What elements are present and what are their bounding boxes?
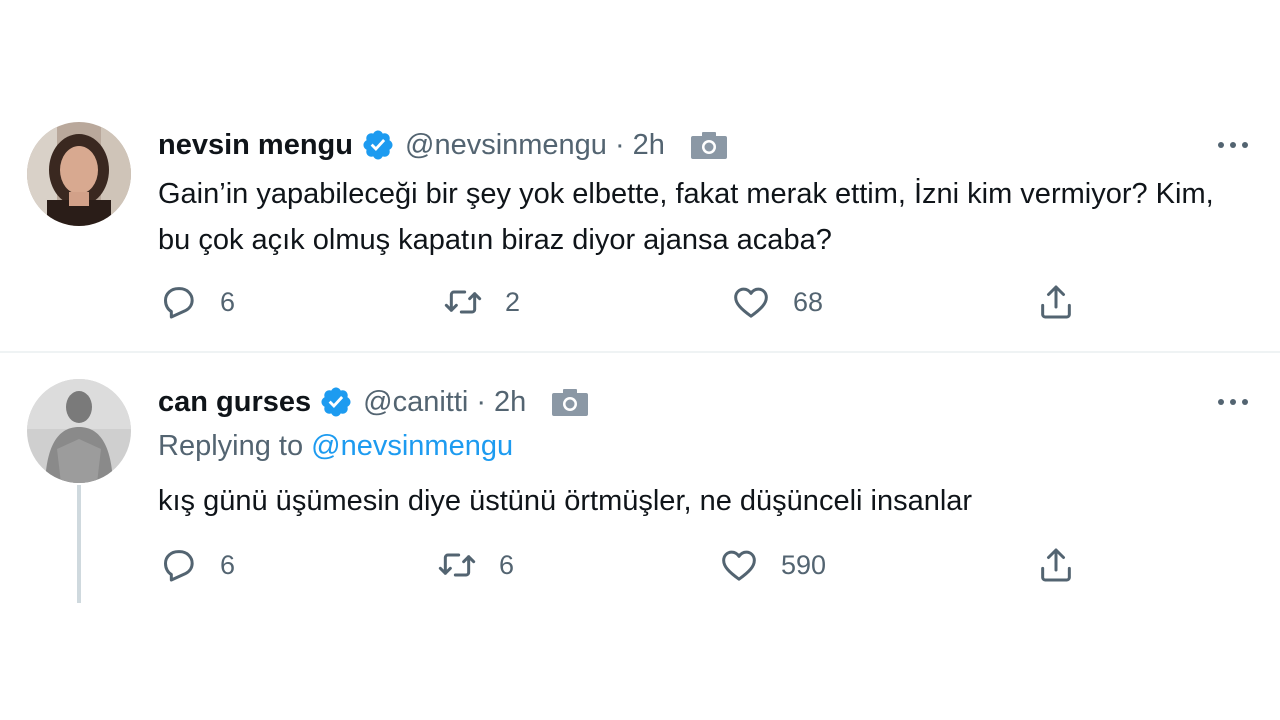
- like-button[interactable]: 590: [719, 543, 826, 587]
- reply-count: 6: [220, 286, 236, 317]
- more-horizontal-icon[interactable]: [1213, 390, 1253, 414]
- tweet[interactable]: can gurses @canitti · 2h Replying to @ne…: [0, 353, 1280, 720]
- avatar[interactable]: [27, 122, 131, 226]
- separator-dot: ·: [476, 385, 487, 418]
- camera-icon: [552, 389, 589, 416]
- verified-badge-icon: [321, 387, 351, 417]
- like-count: 590: [781, 549, 827, 580]
- like-count: 68: [793, 286, 824, 317]
- share-button[interactable]: [1036, 543, 1076, 587]
- retweet-button[interactable]: 6: [437, 543, 514, 587]
- replying-to: Replying to @nevsinmengu: [158, 430, 513, 463]
- share-icon: [1041, 285, 1071, 319]
- replying-prefix: Replying to: [158, 430, 304, 462]
- heart-icon: [734, 287, 768, 318]
- timestamp[interactable]: 2h: [494, 386, 526, 419]
- share-button[interactable]: [1036, 280, 1076, 324]
- retweet-icon: [444, 290, 482, 314]
- handle[interactable]: @canitti: [363, 386, 468, 419]
- heart-icon: [722, 550, 756, 581]
- tweet-header: nevsin mengu @nevsinmengu · 2h: [158, 126, 729, 164]
- tweet[interactable]: nevsin mengu @nevsinmengu · 2h Gain’in y…: [0, 0, 1280, 352]
- retweet-icon: [438, 553, 476, 577]
- separator-dot: ·: [614, 128, 625, 161]
- handle[interactable]: @nevsinmengu: [405, 129, 607, 162]
- share-icon: [1041, 548, 1071, 582]
- tweet-actions: 6 6 590: [0, 543, 1280, 587]
- timestamp[interactable]: 2h: [633, 129, 665, 162]
- more-horizontal-icon[interactable]: [1213, 133, 1253, 157]
- display-name[interactable]: can gurses: [158, 386, 311, 419]
- retweet-count: 2: [505, 286, 521, 317]
- avatar[interactable]: [27, 379, 131, 483]
- verified-badge-icon: [363, 130, 393, 160]
- reply-count: 6: [220, 549, 236, 580]
- replying-mention-link[interactable]: @nevsinmengu: [311, 430, 513, 462]
- tweet-header: can gurses @canitti · 2h: [158, 383, 590, 421]
- retweet-count: 6: [499, 549, 515, 580]
- like-button[interactable]: 68: [731, 280, 823, 324]
- retweet-button[interactable]: 2: [443, 280, 520, 324]
- tweet-actions: 6 2 68: [0, 280, 1280, 324]
- reply-icon: [164, 550, 194, 582]
- display-name[interactable]: nevsin mengu: [158, 129, 353, 162]
- camera-icon: [690, 132, 727, 159]
- reply-button[interactable]: 6: [158, 280, 235, 324]
- reply-icon: [164, 287, 194, 319]
- tweet-text: kış günü üşümesin diye üstünü örtmüşler,…: [158, 485, 973, 517]
- tweet-text: Gain’in yapabileceği bir şey yok elbette…: [158, 178, 1214, 256]
- reply-button[interactable]: 6: [158, 543, 235, 587]
